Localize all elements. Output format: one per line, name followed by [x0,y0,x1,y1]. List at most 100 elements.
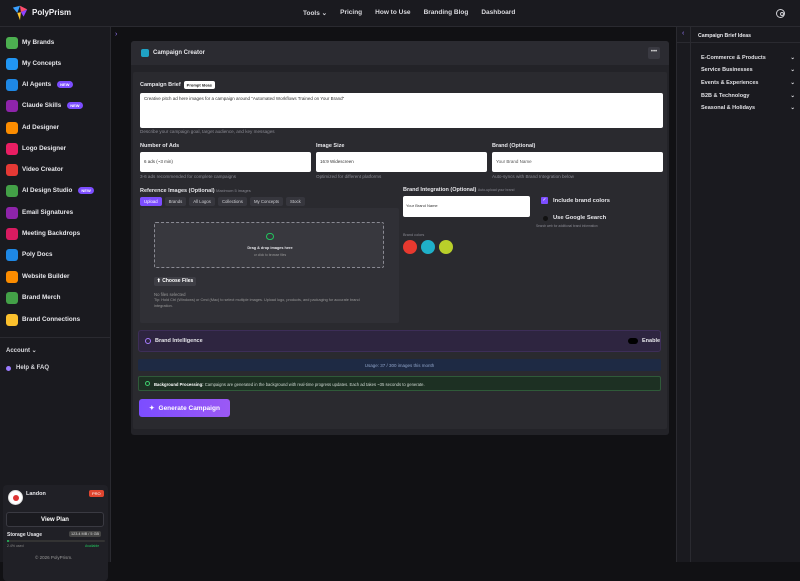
choose-files-button[interactable]: ⬆ Choose Files [154,277,196,286]
brand-integration-hint: Auto-upload your brand [477,188,515,192]
include-colors-checkbox[interactable]: ✓ [541,197,548,204]
campaign-ideas-panel: ‹ Campaign Brief Ideas E-Commerce & Prod… [676,27,800,562]
no-files-text: No files selected [154,292,186,297]
idea-category-b2b[interactable]: B2B & Technology ⌄ [701,93,795,99]
upload-cloud-icon [266,233,274,240]
more-options-button[interactable]: ••• [648,47,660,59]
app-name[interactable]: PolyPrism [32,8,71,17]
upload-area: Drag & drop images here or click to brow… [140,208,399,323]
brand-optional-label: Brand (Optional) [492,143,536,149]
color-swatch-red[interactable] [403,240,417,254]
brand-colors-label: Brand colors [403,233,425,237]
nav-tools[interactable]: Tools ⌄ [303,9,327,17]
view-plan-button[interactable]: View Plan [6,512,104,527]
user-name: Landon [26,491,46,497]
google-search-label: Use Google Search [553,215,607,221]
tab-brands[interactable]: Brands [164,197,187,206]
idea-category-ecommerce[interactable]: E-Commerce & Products ⌄ [701,55,795,61]
image-size-select[interactable]: 16:9 Widescreen [316,152,487,172]
chevron-down-icon: ⌄ [790,67,795,73]
email-icon [6,206,18,219]
connections-icon [6,313,18,326]
agent-icon [6,78,18,91]
user-account-icon[interactable] [776,9,785,18]
sidebar-item-ai-design-studio[interactable]: AI Design Studio NEW [6,184,94,197]
brand-integration-input[interactable]: Your Brand Name [403,196,530,217]
include-colors-label: Include brand colors [553,198,611,204]
dropzone[interactable]: Drag & drop images here or click to brow… [154,222,384,268]
tab-upload[interactable]: Upload [140,197,162,206]
sparkle-icon: ✦ [149,405,155,412]
sidebar-item-ai-agents[interactable]: AI Agents NEW [6,78,73,91]
reference-images-hint: Maximum 5 images [216,188,251,193]
enable-label: Enable [642,338,661,344]
storage-value: 123.4 MB / 5 GB [69,531,102,537]
number-of-ads-select[interactable]: 6 ads (~3 min) [140,152,311,172]
studio-icon [6,184,18,197]
brand-intelligence-toggle[interactable] [628,338,638,344]
tab-stock[interactable]: Stock [286,197,305,206]
brand-name-input[interactable]: Your Brand Name [492,152,663,172]
color-swatch-lime[interactable] [439,240,453,254]
help-faq-link[interactable]: Help & FAQ [6,365,49,371]
idea-category-seasonal[interactable]: Seasonal & Holidays ⌄ [701,105,795,111]
expand-sidebar-icon[interactable]: › [115,31,117,38]
reference-images-label: Reference Images (Optional) Maximum 5 im… [140,188,251,194]
panel-header: Campaign Creator ••• [131,41,669,65]
account-menu[interactable]: Account ⌄ [6,347,37,354]
sidebar-item-my-concepts[interactable]: My Concepts [6,57,61,70]
help-icon [6,365,11,371]
nav-dashboard[interactable]: Dashboard [481,9,515,17]
brand-hint: Auto-syncs with Brand Integration below [492,174,574,179]
merch-icon [6,291,18,304]
idea-category-events[interactable]: Events & Experiences ⌄ [701,80,795,86]
sidebar-item-logo-designer[interactable]: Logo Designer [6,142,66,155]
logo-designer-icon [6,142,18,155]
panel-divider [690,27,691,562]
image-size-label: Image Size [316,143,345,149]
website-icon [6,270,18,283]
campaign-brief-textarea[interactable]: Creative pitch ad here images for a camp… [140,93,663,128]
prompt-ideas-button[interactable]: Prompt Ideas [183,80,215,89]
sidebar-item-email-signatures[interactable]: Email Signatures [6,206,73,219]
polyprism-logo-icon[interactable] [11,4,29,22]
campaign-form: Campaign Brief Prompt Ideas Creative pitc… [133,72,667,429]
sidebar-item-my-brands[interactable]: My Brands [6,36,54,49]
sidebar-item-ad-designer[interactable]: Ad Designer [6,121,59,134]
tab-all-logos[interactable]: All Logos [189,197,215,206]
sidebar-item-brand-merch[interactable]: Brand Merch [6,291,61,304]
docs-icon [6,248,18,261]
sidebar-item-poly-docs[interactable]: Poly Docs [6,248,52,261]
chevron-down-icon: ⌄ [790,93,795,99]
sidebar-item-brand-connections[interactable]: Brand Connections [6,313,80,326]
sidebar-item-video-creator[interactable]: Video Creator [6,163,63,176]
campaign-creator-panel: Campaign Creator ••• Campaign Brief Promp… [131,41,669,435]
collapse-panel-icon[interactable]: ‹ [682,30,684,37]
nav-pricing[interactable]: Pricing [340,9,362,17]
generate-campaign-button[interactable]: ✦ Generate Campaign [139,399,230,417]
new-badge: NEW [57,81,73,88]
nav-branding-blog[interactable]: Branding Blog [424,9,469,17]
brief-hint: Describe your campaign goal, target audi… [140,129,275,134]
image-size-hint: Optimized for different platforms [316,174,382,179]
sidebar-item-claude-skills[interactable]: Claude Skills NEW [6,99,83,112]
number-of-ads-label: Number of Ads [140,143,180,149]
sidebar-item-website-builder[interactable]: Website Builder [6,270,69,283]
usage-text: Usage: 37 / 300 images this month [364,362,435,368]
avatar[interactable] [8,490,23,505]
campaign-icon [141,49,149,57]
storage-progress-bar [7,540,105,542]
tab-collections[interactable]: Collections [217,197,247,206]
google-search-toggle[interactable] [543,216,548,221]
sidebar-item-meeting-backdrops[interactable]: Meeting Backdrops [6,227,80,240]
storage-used: 2.4% used [7,544,24,548]
brand-intelligence-box: Brand Intelligence Enable [138,330,661,352]
idea-category-services[interactable]: Service Businesses ⌄ [701,67,795,73]
background-processing-notice: Background Processing: Campaigns are gen… [138,376,661,391]
tab-my-concepts[interactable]: My Concepts [249,197,284,206]
color-swatch-cyan[interactable] [421,240,435,254]
plan-badge: PRO [89,490,104,497]
storage-progress-fill [7,540,10,542]
nav-how-to-use[interactable]: How to Use [375,9,410,17]
user-card: Landon PRO View Plan Storage Usage 123.4… [3,485,108,581]
